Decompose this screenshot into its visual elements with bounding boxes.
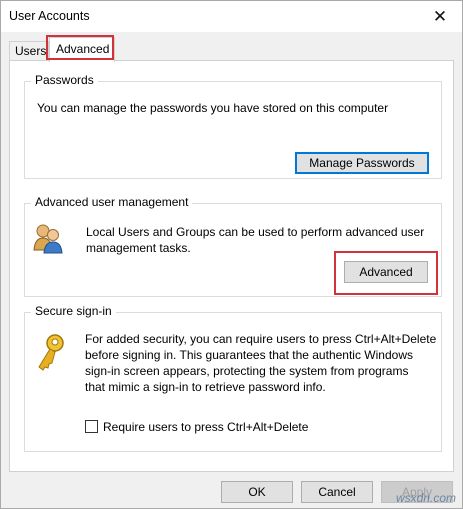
require-ctrl-alt-delete-label[interactable]: Require users to press Ctrl+Alt+Delete [103, 419, 308, 435]
passwords-description: You can manage the passwords you have st… [37, 101, 389, 115]
cancel-button-label: Cancel [318, 485, 356, 499]
advanced-button[interactable]: Advanced [344, 261, 428, 283]
passwords-group: Passwords You can manage the passwords y… [24, 73, 442, 179]
advanced-management-description-line2: management tasks. [86, 241, 191, 255]
secure-signin-line3: sign-in screen appears, protecting the s… [85, 364, 409, 378]
manage-passwords-label: Manage Passwords [309, 156, 415, 170]
passwords-group-label: Passwords [31, 73, 98, 87]
secure-signin-group: Secure sign-in For added security, you c… [24, 304, 442, 452]
tab-advanced[interactable]: Advanced [49, 37, 115, 62]
advanced-tab-panel: Passwords You can manage the passwords y… [9, 60, 454, 472]
close-button[interactable]: ✕ [418, 1, 462, 32]
window-title: User Accounts [9, 9, 90, 23]
advanced-button-label: Advanced [359, 265, 413, 279]
tab-advanced-label: Advanced [56, 42, 110, 56]
tab-users-label: Users [15, 44, 47, 58]
cancel-button[interactable]: Cancel [301, 481, 373, 503]
secure-signin-group-label: Secure sign-in [31, 304, 116, 318]
watermark-text: wsxdn.com [395, 491, 456, 505]
advanced-management-group-label: Advanced user management [31, 195, 193, 209]
ok-button-label: OK [248, 485, 266, 499]
require-ctrl-alt-delete-checkbox[interactable] [85, 420, 98, 433]
secure-signin-line1: For added security, you can require user… [85, 332, 437, 346]
key-icon [38, 334, 64, 371]
tab-users[interactable]: Users [9, 41, 49, 61]
title-bar: User Accounts ✕ [1, 1, 462, 32]
secure-signin-line4: that mimic a sign-in to retrieve passwor… [85, 380, 326, 394]
users-group-icon [33, 224, 63, 254]
advanced-management-description-line1: Local Users and Groups can be used to pe… [86, 225, 425, 239]
secure-signin-line2: before signing in. This guarantees that … [85, 348, 413, 362]
user-accounts-window: User Accounts ✕ Users Advanced Passwords… [0, 0, 463, 509]
ok-button[interactable]: OK [221, 481, 293, 503]
advanced-management-group: Advanced user management Local Users and… [24, 195, 442, 297]
manage-passwords-button[interactable]: Manage Passwords [295, 152, 429, 174]
close-icon: ✕ [432, 6, 448, 26]
